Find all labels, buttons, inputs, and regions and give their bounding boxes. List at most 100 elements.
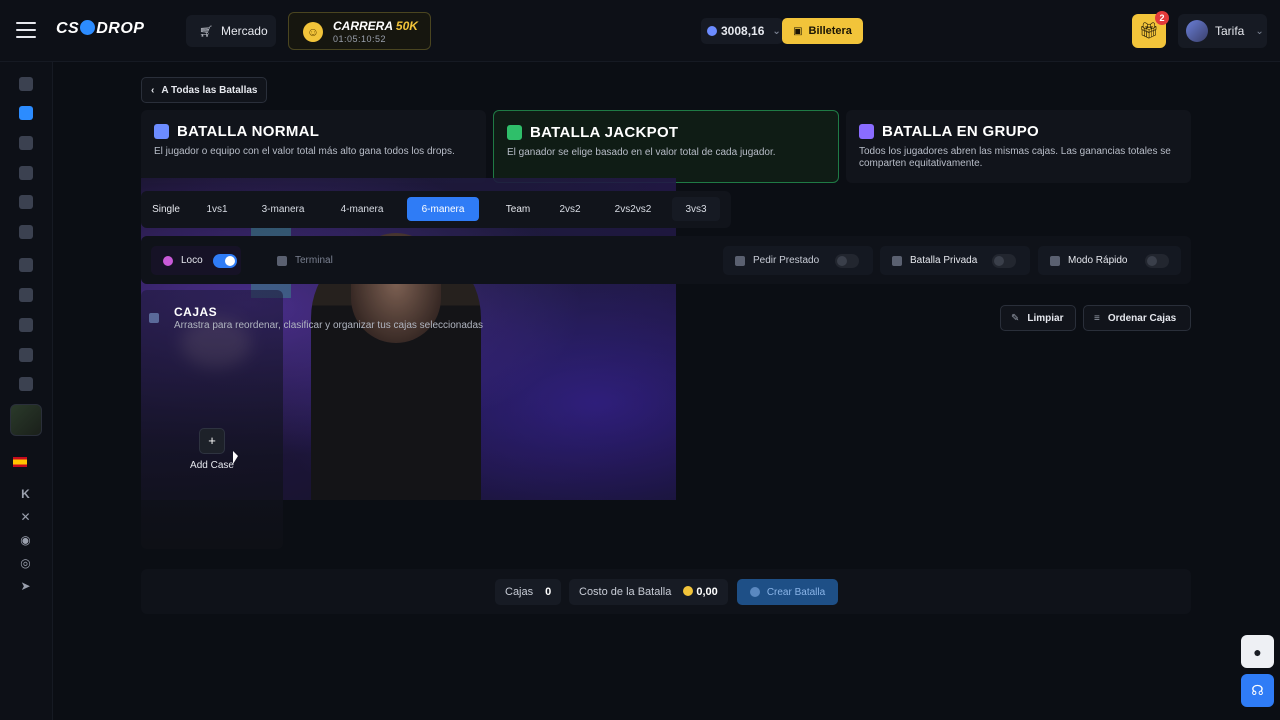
chat-button[interactable]: ●: [1241, 635, 1274, 668]
cart-icon: 🛒︎: [199, 25, 213, 38]
support-button[interactable]: ☊: [1241, 674, 1274, 707]
spain-flag-icon[interactable]: [13, 457, 27, 467]
battle-size-selector: Single 1vs1 3-manera 4-manera 6-manera T…: [141, 191, 731, 228]
x-icon[interactable]: ✕: [19, 511, 32, 524]
battle-options-bar: Loco Terminal Pedir Prestado Batalla Pri…: [141, 236, 1191, 284]
box-icon: [149, 313, 159, 323]
mode-desc: El ganador se elige basado en el valor t…: [507, 147, 776, 158]
live-drop-thumbnail[interactable]: [10, 404, 42, 436]
profile-name: Tarifa: [1215, 24, 1245, 38]
terminal-label: Terminal: [295, 255, 333, 266]
discord-icon[interactable]: ◉: [19, 534, 32, 547]
wallet-button[interactable]: ▣ Billetera: [782, 18, 863, 44]
fast-mode-option[interactable]: Modo Rápido: [1038, 246, 1181, 275]
group-icon: [859, 124, 874, 139]
single-label: Single: [152, 203, 180, 215]
race-banner[interactable]: ☺ CARRERA 50K 01:05:10:52: [288, 12, 431, 50]
cases-title: CAJAS: [174, 305, 218, 319]
wallet-label: Billetera: [808, 25, 852, 37]
cases-subtitle: Arrastra para reordenar, clasificar y or…: [174, 320, 484, 331]
way-3vs3[interactable]: 3vs3: [672, 197, 720, 221]
mode-title: BATALLA EN GRUPO: [882, 123, 1040, 140]
way-4-manera[interactable]: 4-manera: [327, 197, 397, 221]
cases-count-pill: Cajas 0: [495, 579, 562, 605]
broom-icon: ✎: [1011, 312, 1020, 324]
fast-label: Modo Rápido: [1068, 255, 1128, 266]
battle-cost-label: Costo de la Batalla: [579, 586, 672, 598]
left-sidebar: K ✕ ◉ ◎ ➤: [0, 62, 53, 720]
crazy-mode-option[interactable]: Loco: [151, 246, 241, 275]
balance-dropdown[interactable]: 3008,16 ⌄: [701, 18, 783, 44]
mode-desc: Todos los jugadores abren las mismas caj…: [859, 146, 1171, 169]
race-title: CARRERA 50K: [333, 19, 418, 33]
profile-menu[interactable]: Tarifa ⌄: [1178, 14, 1267, 48]
borrow-toggle[interactable]: [835, 254, 859, 268]
borrow-option[interactable]: Pedir Prestado: [723, 246, 873, 275]
cases-count-value: 0: [545, 586, 552, 598]
mode-card-jackpot[interactable]: BATALLA JACKPOT El ganador se elige basa…: [493, 110, 839, 183]
target-nav-icon[interactable]: [19, 348, 33, 362]
clear-button[interactable]: ✎ Limpiar: [1000, 305, 1076, 331]
skull-icon: [277, 255, 287, 266]
sort-label: Ordenar Cajas: [1107, 312, 1177, 324]
profile-nav-icon[interactable]: [19, 258, 33, 272]
fast-toggle[interactable]: [1145, 254, 1169, 268]
terminal-option[interactable]: Terminal: [265, 246, 349, 275]
instagram-icon[interactable]: ◎: [19, 557, 32, 570]
way-2vs2[interactable]: 2vs2: [545, 197, 595, 221]
faq-nav-icon[interactable]: [19, 377, 33, 391]
way-1vs1[interactable]: 1vs1: [194, 197, 240, 221]
kick-icon[interactable]: K: [19, 488, 32, 501]
private-battle-option[interactable]: Batalla Privada: [880, 246, 1030, 275]
way-2vs2vs2[interactable]: 2vs2vs2: [605, 197, 661, 221]
crown-nav-icon[interactable]: [19, 318, 33, 332]
create-battle-button[interactable]: Crear Batalla: [737, 579, 838, 605]
loco-icon: [163, 255, 173, 266]
telegram-icon[interactable]: ➤: [19, 580, 32, 593]
sort-cases-button[interactable]: ≡ Ordenar Cajas: [1083, 305, 1191, 331]
plus-circle-icon: [749, 587, 760, 597]
site-logo[interactable]: CS DROP: [56, 20, 144, 38]
mode-title: BATALLA NORMAL: [177, 123, 320, 140]
market-button[interactable]: 🛒︎ Mercado: [186, 15, 276, 47]
back-label: A Todas las Batallas: [161, 84, 258, 96]
mode-card-group[interactable]: BATALLA EN GRUPO Todos los jugadores abr…: [846, 110, 1191, 183]
wallet-icon: ▣: [793, 25, 803, 37]
way-3-manera[interactable]: 3-manera: [250, 197, 316, 221]
battle-summary-bar: Cajas 0 Costo de la Batalla 0,00 Crear B…: [141, 569, 1191, 614]
back-to-battles-button[interactable]: ‹ A Todas las Batallas: [141, 77, 267, 103]
market-label: Mercado: [220, 24, 268, 38]
contracts-nav-icon[interactable]: [19, 195, 33, 209]
loco-toggle[interactable]: [213, 254, 237, 268]
mode-card-normal[interactable]: BATALLA NORMAL El jugador o equipo con e…: [141, 110, 486, 183]
lock-icon: [892, 255, 902, 266]
add-case-plus-button[interactable]: +: [199, 428, 225, 454]
menu-icon[interactable]: [16, 22, 36, 40]
chat-icon: ●: [1253, 643, 1262, 660]
borrow-label: Pedir Prestado: [753, 255, 820, 266]
plinko-nav-icon[interactable]: [19, 225, 33, 239]
sort-icon: ≡: [1094, 312, 1100, 324]
top-bar: CS DROP 🛒︎ Mercado ☺ CARRERA 50K 01:05:10…: [0, 0, 1280, 62]
fist-icon: [154, 124, 169, 139]
gift-nav-icon[interactable]: [19, 288, 33, 302]
battle-cost-pill: Costo de la Batalla 0,00: [569, 579, 728, 605]
upgrade-nav-icon[interactable]: [19, 136, 33, 150]
mode-title: BATALLA JACKPOT: [530, 124, 679, 141]
race-timer: 01:05:10:52: [333, 34, 387, 44]
headset-icon: ☊: [1251, 682, 1264, 698]
lightning-icon: [1050, 255, 1060, 266]
private-toggle[interactable]: [992, 254, 1016, 268]
mouse-cursor: [233, 451, 238, 464]
create-battle-label: Crear Batalla: [766, 586, 826, 598]
avatar: [1186, 20, 1208, 42]
cases-nav-icon[interactable]: [19, 77, 33, 91]
coin-icon: [683, 586, 694, 596]
crash-nav-icon[interactable]: [19, 166, 33, 180]
coin-icon: [707, 26, 717, 36]
battles-nav-icon[interactable]: [19, 106, 33, 120]
race-smile-icon: ☺: [303, 22, 323, 42]
way-6-manera[interactable]: 6-manera: [407, 197, 479, 221]
cases-count-label: Cajas: [505, 586, 534, 598]
clear-label: Limpiar: [1027, 312, 1064, 324]
